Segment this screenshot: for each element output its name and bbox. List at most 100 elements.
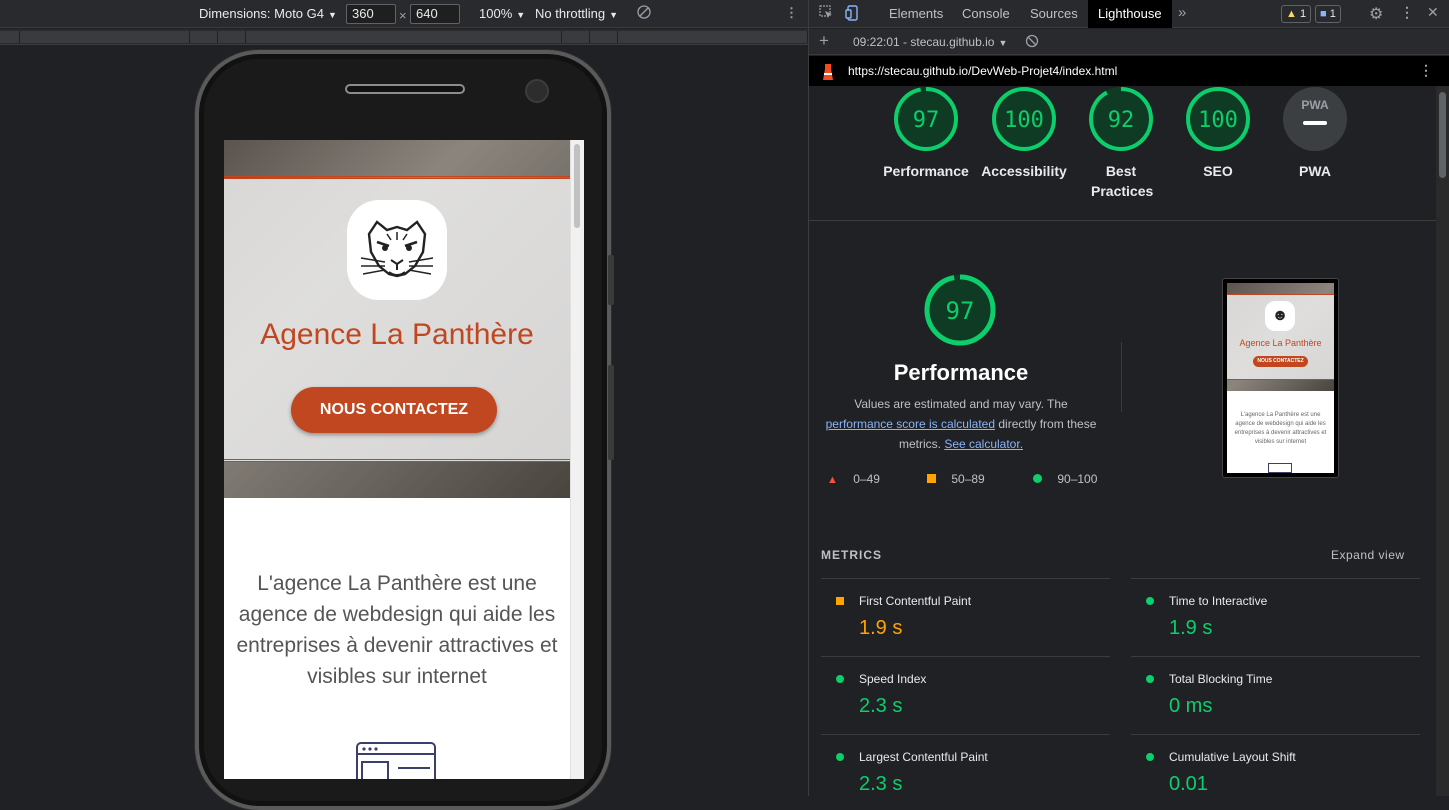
messages-badge[interactable]: ■ 1 <box>1315 5 1341 23</box>
report-url-bar: https://stecau.github.io/DevWeb-Projet4/… <box>809 56 1449 86</box>
warning-icon: ▲ <box>1286 8 1297 20</box>
warnings-badge[interactable]: ▲ 1 <box>1281 5 1312 23</box>
zoom-select[interactable]: 100% ▼ <box>479 6 525 21</box>
warnings-count: 1 <box>1299 8 1307 20</box>
square-icon <box>927 474 936 483</box>
tab-console[interactable]: Console <box>952 0 1020 28</box>
metric-lcp: Largest Contentful Paint 2.3 s <box>821 734 1110 796</box>
webdesign-icon <box>356 742 436 779</box>
site-description: L'agence La Panthère est une agence de w… <box>236 572 558 688</box>
legend-average-label: 50–89 <box>951 472 985 486</box>
tab-sources[interactable]: Sources <box>1020 0 1088 28</box>
gauge-accessibility[interactable]: 100 Accessibility <box>973 86 1075 181</box>
page-scrollbar[interactable] <box>570 140 584 779</box>
phone-camera <box>525 79 549 103</box>
gauge-best-practices[interactable]: 92 Best Practices <box>1070 86 1172 201</box>
panther-logo <box>347 200 447 300</box>
thumb-text: L'agence La Panthère est une agence de w… <box>1234 412 1327 445</box>
height-input[interactable]: 640 <box>410 4 460 24</box>
page-scrollbar-thumb[interactable] <box>574 144 580 228</box>
throttling-label: No throttling <box>535 6 606 21</box>
gauge-score: 92 <box>1108 108 1135 133</box>
gauge-label: Best Practices <box>1091 163 1154 199</box>
more-options-icon[interactable]: ⋮ <box>785 5 798 21</box>
thumb-cta: NOUS CONTACTEZ <box>1253 356 1308 367</box>
chevron-down-icon: ▼ <box>516 10 526 20</box>
gauge-performance[interactable]: 97 Performance <box>875 86 977 181</box>
metric-value: 2.3 s <box>859 773 903 795</box>
expand-view-toggle[interactable]: Expand view <box>1331 548 1405 562</box>
pwa-badge-text: PWA <box>1301 98 1329 112</box>
legend-pass: 90–100 <box>1033 472 1097 486</box>
more-options-icon[interactable]: ⋮ <box>1419 62 1433 79</box>
metric-value: 0 ms <box>1169 695 1213 717</box>
performance-description: Values are estimated and may vary. The p… <box>821 394 1101 454</box>
gauge-pwa[interactable]: PWA PWA <box>1264 86 1366 181</box>
report-time: 09:22:01 - stecau.github.io <box>853 35 995 49</box>
report-scrollbar-thumb[interactable] <box>1439 92 1446 178</box>
chevron-down-icon: ▼ <box>609 10 619 20</box>
messages-count: 1 <box>1329 8 1336 20</box>
width-input[interactable]: 360 <box>346 4 396 24</box>
emulated-screen[interactable]: Agence La Panthère NOUS CONTACTEZ L'agen… <box>224 140 584 779</box>
device-emulation-pane: Dimensions: Moto G4 ▼ 360 × 640 100% ▼ No … <box>0 0 808 810</box>
panther-logo-thumb: ☻ <box>1265 301 1295 331</box>
device-toolbar-icon[interactable] <box>845 5 859 24</box>
circle-icon <box>1146 753 1154 761</box>
gauge-seo[interactable]: 100 SEO <box>1167 86 1269 181</box>
metric-name: First Contentful Paint <box>859 594 972 608</box>
circle-icon <box>836 675 844 683</box>
score-calculated-link[interactable]: performance score is calculated <box>826 417 995 431</box>
gauge-score: 97 <box>913 108 940 133</box>
legend-pass-label: 90–100 <box>1057 472 1098 486</box>
close-icon[interactable]: ✕ <box>1427 4 1439 21</box>
gauge-label: PWA <box>1299 163 1331 179</box>
more-options-icon[interactable]: ⋮ <box>1400 4 1414 21</box>
zoom-label: 100% <box>479 6 513 21</box>
gauge-label: SEO <box>1203 163 1233 179</box>
contact-button[interactable]: NOUS CONTACTEZ <box>291 387 497 433</box>
gauge-ring: 97 <box>894 87 958 151</box>
metric-name: Speed Index <box>859 672 927 686</box>
device-select[interactable]: Dimensions: Moto G4 ▼ <box>199 6 337 21</box>
final-screenshot[interactable]: ☻ Agence La Panthère NOUS CONTACTEZ L'ag… <box>1222 278 1339 478</box>
gear-icon[interactable]: ⚙ <box>1369 4 1383 24</box>
metric-tti: Time to Interactive 1.9 s <box>1131 578 1420 656</box>
media-query-ruler[interactable] <box>0 29 808 45</box>
metric-speed-index: Speed Index 2.3 s <box>821 656 1110 734</box>
legend-fail-label: 0–49 <box>853 472 880 486</box>
tab-lighthouse[interactable]: Lighthouse <box>1088 0 1172 28</box>
gauge-label: Performance <box>883 163 969 179</box>
throttling-select[interactable]: No throttling ▼ <box>535 6 618 21</box>
performance-title: Performance <box>893 360 1029 385</box>
lighthouse-toolbar: + 09:22:01 - stecau.github.io ▼ <box>809 29 1449 55</box>
inspect-element-icon[interactable] <box>819 5 833 22</box>
performance-desc-1: Values are estimated and may vary. The <box>854 397 1068 411</box>
phone-speaker <box>345 84 465 94</box>
rotate-icon[interactable] <box>637 5 651 22</box>
metric-name: Time to Interactive <box>1169 594 1268 608</box>
more-tabs-icon[interactable]: » <box>1178 4 1186 21</box>
device-label: Dimensions: Moto G4 <box>199 6 324 21</box>
legend-average: 50–89 <box>927 472 985 486</box>
report-select[interactable]: 09:22:01 - stecau.github.io ▼ <box>853 35 1007 49</box>
metric-name: Total Blocking Time <box>1169 672 1273 686</box>
screenshot-image: ☻ Agence La Panthère NOUS CONTACTEZ L'ag… <box>1227 283 1334 473</box>
section-divider <box>809 220 1436 221</box>
metric-value: 2.3 s <box>859 695 903 717</box>
chevron-down-icon: ▼ <box>328 10 337 20</box>
see-calculator-link[interactable]: See calculator. <box>944 437 1023 451</box>
tab-elements[interactable]: Elements <box>879 0 953 28</box>
report-scrollbar[interactable] <box>1436 86 1449 796</box>
gauge-label: Accessibility <box>981 163 1067 179</box>
devtools-pane: Elements Console Sources Lighthouse » ▲ … <box>809 0 1449 796</box>
gauge-ring: 92 <box>1089 87 1153 151</box>
gauge-ring: 100 <box>1186 87 1250 151</box>
report-url[interactable]: https://stecau.github.io/DevWeb-Projet4/… <box>848 64 1117 78</box>
clear-icon[interactable] <box>1025 34 1039 51</box>
times-icon: × <box>399 8 407 23</box>
metric-value: 0.01 <box>1169 773 1208 795</box>
hero-bottom-line <box>224 459 570 462</box>
new-report-icon[interactable]: + <box>819 31 829 51</box>
performance-gauge[interactable]: 97 <box>922 272 998 353</box>
